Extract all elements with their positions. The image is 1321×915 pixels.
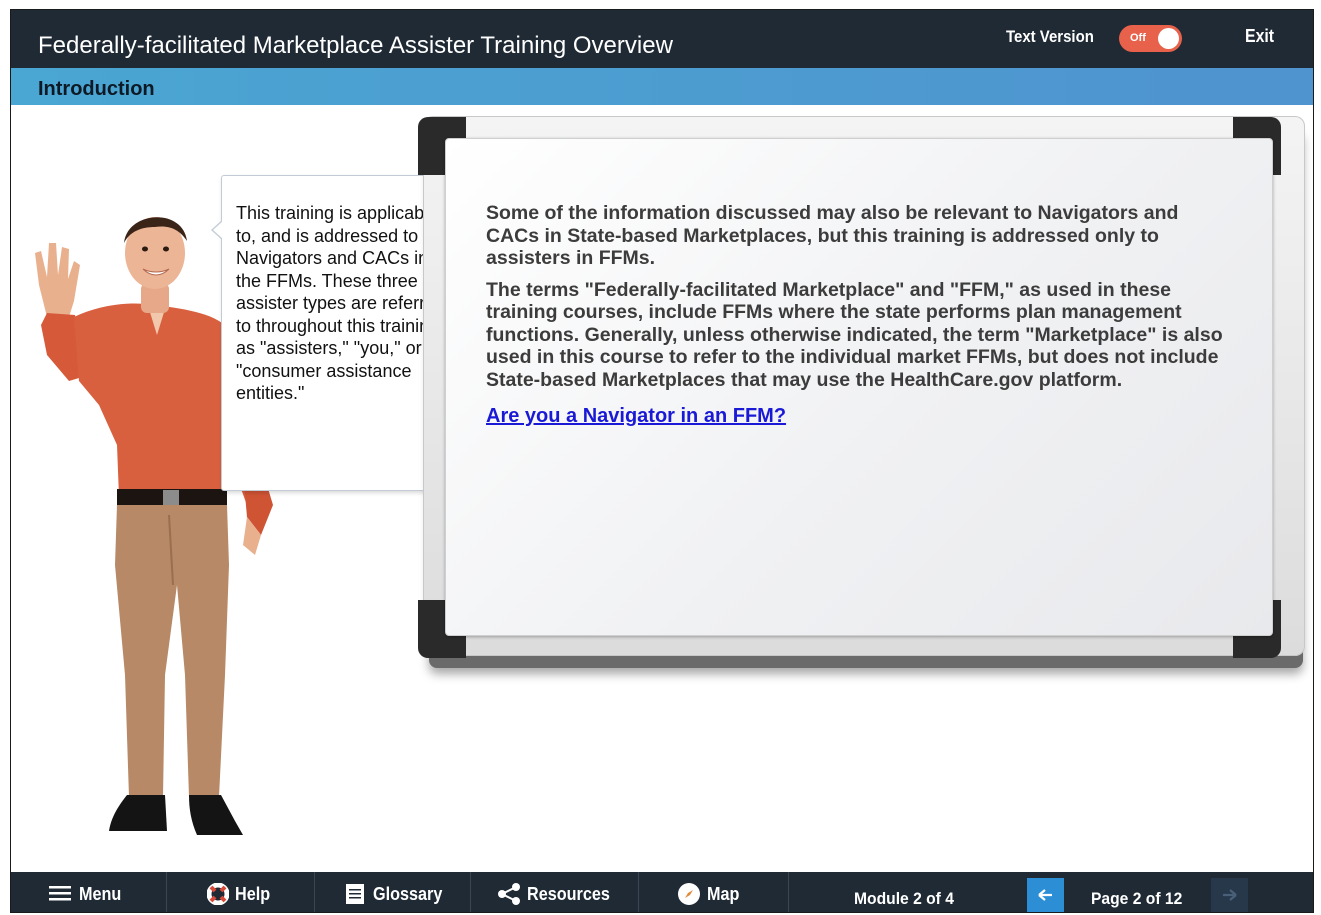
exit-button[interactable]: Exit [1245,26,1274,47]
text-version-label: Text Version [1006,27,1094,46]
section-bar: Introduction [11,68,1313,105]
glossary-button[interactable]: Glossary [315,872,471,912]
resources-label: Resources [527,884,610,904]
map-label: Map [707,884,740,904]
share-icon [498,883,520,905]
arrow-left-icon [1038,889,1052,901]
resources-button[interactable]: Resources [471,872,639,912]
page-indicator: Page 2 of 12 [1091,889,1183,908]
hamburger-icon [49,886,71,901]
board-paragraph: The terms "Federally-facilitated Marketp… [486,278,1223,391]
section-title: Introduction [38,78,155,100]
book-icon [346,884,364,904]
speech-bubble: This training is applicable to, and is a… [211,175,449,491]
glossary-label: Glossary [373,884,443,904]
text-version-toggle[interactable]: Off [1119,25,1182,52]
menu-label: Menu [79,884,122,904]
course-title: Federally-facilitated Marketplace Assist… [38,32,673,59]
whiteboard-content: Some of the information discussed may al… [486,202,1226,428]
help-button[interactable]: Help [167,872,315,912]
previous-page-button[interactable] [1027,878,1064,912]
speech-bubble-tail-fill [213,221,223,239]
map-button[interactable]: Map [639,872,789,912]
toggle-state-label: Off [1130,32,1146,44]
next-page-button[interactable] [1211,878,1248,912]
navigator-question-link[interactable]: Are you a Navigator in an FFM? [486,405,786,428]
help-label: Help [235,884,271,904]
speech-bubble-text: This training is applicable to, and is a… [236,203,446,403]
arrow-right-icon [1223,889,1237,901]
header-bar: Federally-facilitated Marketplace Assist… [11,10,1313,68]
menu-button[interactable]: Menu [11,872,167,912]
toggle-knob [1158,28,1179,49]
compass-icon [678,883,700,905]
course-player: Federally-facilitated Marketplace Assist… [10,9,1314,913]
footer-bar: Menu Help Glossary Resources Map Module … [11,872,1313,912]
module-indicator: Module 2 of 4 [854,889,954,908]
board-paragraph: Some of the information discussed may al… [486,202,1179,269]
lifebuoy-icon [207,883,229,905]
